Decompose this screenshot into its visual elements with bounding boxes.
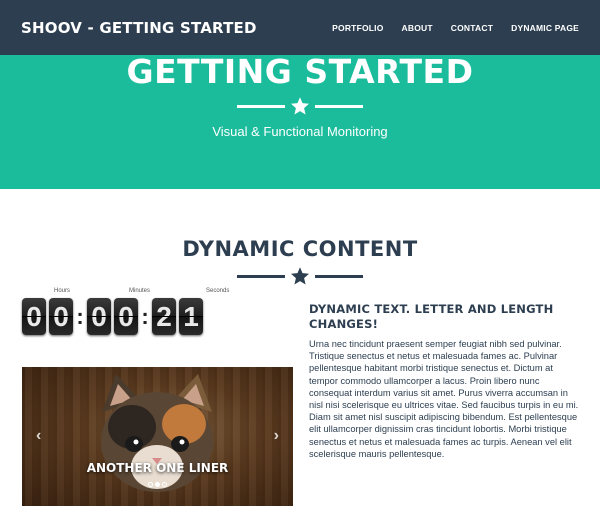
chevron-right-icon[interactable]: › <box>274 427 279 445</box>
page-title: GETTING STARTED <box>126 52 474 91</box>
countdown-digit: 0 <box>87 298 111 335</box>
star-icon <box>291 97 309 115</box>
countdown-label-hours: Hours <box>54 288 71 294</box>
star-icon <box>291 267 309 285</box>
countdown-digits: 0 0 : 0 0 : 2 1 <box>22 298 206 335</box>
countdown-colon: : <box>76 303 84 329</box>
brand-link[interactable]: SHOOV - GETTING STARTED <box>21 19 257 37</box>
countdown-colon: : <box>141 303 149 329</box>
nav-item-contact[interactable]: CONTACT <box>451 23 493 33</box>
chevron-left-icon[interactable]: ‹ <box>36 427 41 445</box>
countdown-digit: 0 <box>114 298 138 335</box>
divider-line <box>315 104 363 108</box>
image-carousel[interactable]: ‹ › ANOTHER ONE LINER <box>22 367 293 506</box>
carousel-indicators <box>22 482 293 487</box>
carousel-caption: ANOTHER ONE LINER <box>86 461 229 475</box>
navbar: SHOOV - GETTING STARTED PORTFOLIO ABOUT … <box>0 0 600 55</box>
carousel-dot[interactable] <box>148 482 153 487</box>
divider-line <box>237 274 285 278</box>
countdown-digit: 2 <box>152 298 176 335</box>
nav-item-dynamic-page[interactable]: DYNAMIC PAGE <box>511 23 579 33</box>
carousel-dot[interactable] <box>162 482 167 487</box>
page-subtitle: Visual & Functional Monitoring <box>212 124 388 139</box>
countdown-digit: 0 <box>49 298 73 335</box>
countdown-digit: 0 <box>22 298 46 335</box>
nav-item-portfolio[interactable]: PORTFOLIO <box>332 23 383 33</box>
countdown-label-seconds: Seconds <box>206 288 230 294</box>
section-divider <box>237 266 363 286</box>
countdown-digit: 1 <box>179 298 203 335</box>
dynamic-text-title: DYNAMIC TEXT. LETTER AND LENGTH CHANGES! <box>309 302 554 331</box>
section-title: DYNAMIC CONTENT <box>182 237 418 261</box>
countdown-label-minutes: Minutes <box>129 288 151 294</box>
divider-line <box>237 104 285 108</box>
dynamic-text-block: DYNAMIC TEXT. LETTER AND LENGTH CHANGES!… <box>309 302 584 460</box>
carousel-dot-active[interactable] <box>155 482 160 487</box>
nav-menu: PORTFOLIO ABOUT CONTACT DYNAMIC PAGE <box>314 23 579 33</box>
header-banner: GETTING STARTED Visual & Functional Moni… <box>0 52 600 189</box>
nav-item-about[interactable]: ABOUT <box>402 23 433 33</box>
countdown-timer: Hours Minutes Seconds 0 0 : 0 0 : 2 1 <box>22 288 252 350</box>
dynamic-text-body: Urna nec tincidunt praesent semper feugi… <box>309 339 579 459</box>
header-divider <box>237 96 363 116</box>
divider-line <box>315 274 363 278</box>
